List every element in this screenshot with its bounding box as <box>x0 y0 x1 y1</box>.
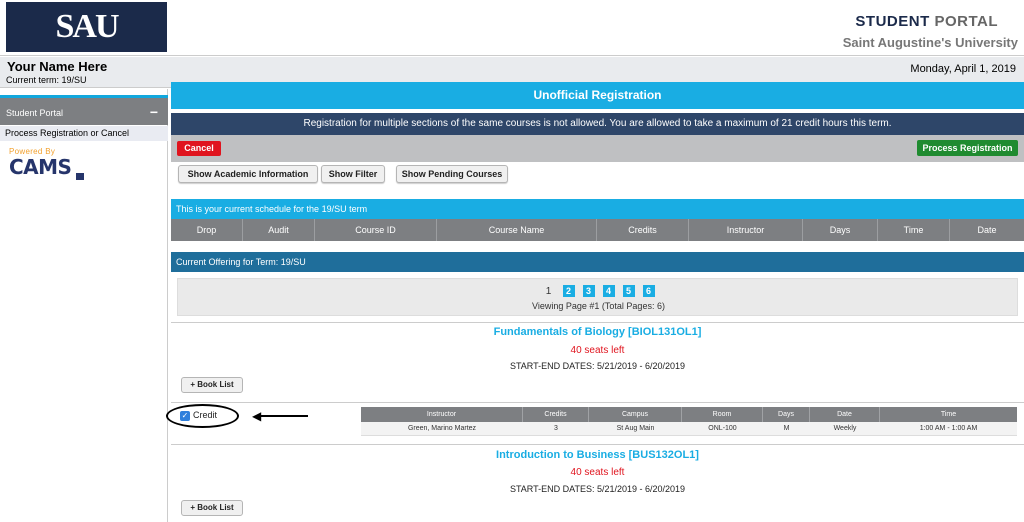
portal-title: STUDENT PORTAL <box>855 13 998 30</box>
col-audit: Audit <box>243 219 315 241</box>
col-drop: Drop <box>171 219 243 241</box>
main-content: Unofficial Registration Registration for… <box>171 82 1024 522</box>
course-dates: START-END DATES: 5/21/2019 - 6/20/2019 <box>509 361 686 371</box>
col-course-id: Course ID <box>315 219 437 241</box>
col-days: Days <box>763 407 810 422</box>
schedule-table-header: Drop Audit Course ID Course Name Credits… <box>171 219 1024 241</box>
course-title[interactable]: Fundamentals of Biology [BIOL131OL1] <box>171 326 1024 338</box>
viewing-page-text: Viewing Page #1 (Total Pages: 6) <box>532 301 665 311</box>
annotation-arrow-line <box>258 415 308 417</box>
logo-text: SAU <box>55 8 119 45</box>
seats-left: 40 seats left <box>570 345 625 356</box>
divider <box>171 402 1024 403</box>
col-time: Time <box>940 411 957 418</box>
table-row: Green, Marino Martez 3 St Aug Main ONL-1… <box>361 422 1017 436</box>
sidebar-section-student-portal[interactable]: Student Portal − <box>0 95 168 125</box>
offering-header: Current Offering for Term: 19/SU <box>171 252 1024 272</box>
sidebar-item-process-registration[interactable]: Process Registration or Cancel <box>0 126 168 141</box>
col-date: Date <box>810 407 880 422</box>
col-instructor: Instructor <box>689 219 803 241</box>
university-name: Saint Augustine's University <box>842 35 1018 50</box>
page-link-2[interactable]: 2 <box>562 285 575 297</box>
cell-date: Weekly <box>833 425 857 432</box>
page-link-5[interactable]: 5 <box>622 285 635 297</box>
book-list-button[interactable]: + Book List <box>181 500 243 516</box>
sidebar-section-label: Student Portal <box>6 108 64 118</box>
credit-checkbox[interactable]: ✓ <box>180 411 190 421</box>
cell-days: M <box>783 425 790 432</box>
current-term: Current term: 19/SU <box>6 75 87 85</box>
user-name: Your Name Here <box>7 59 108 74</box>
portal-title-rest: PORTAL <box>934 13 998 30</box>
col-credits: Credits <box>523 407 589 422</box>
col-credits: Credits <box>597 219 689 241</box>
cell-instructor: Green, Marino Martez <box>407 425 477 432</box>
page-link-4[interactable]: 4 <box>602 285 615 297</box>
book-list-button[interactable]: + Book List <box>181 377 243 393</box>
current-date: Monday, April 1, 2019 <box>910 63 1016 75</box>
col-campus: Campus <box>589 407 682 422</box>
page-link-3[interactable]: 3 <box>582 285 595 297</box>
page-link-6[interactable]: 6 <box>642 285 655 297</box>
sidebar: Student Portal − Process Registration or… <box>0 89 168 522</box>
cell-credits: 3 <box>554 425 558 432</box>
show-pending-courses-button[interactable]: Show Pending Courses <box>396 165 508 183</box>
portal-title-strong: STUDENT <box>855 13 930 30</box>
page-1: 1 <box>545 286 552 297</box>
col-room: Room <box>682 407 763 422</box>
cancel-button[interactable]: Cancel <box>177 141 221 156</box>
col-course-name: Course Name <box>437 219 597 241</box>
university-logo[interactable]: SAU <box>6 2 167 52</box>
collapse-icon[interactable]: − <box>150 104 158 120</box>
show-filter-button[interactable]: Show Filter <box>321 165 385 183</box>
schedule-header: This is your current schedule for the 19… <box>171 199 1024 219</box>
divider <box>171 444 1024 445</box>
col-instructor: Instructor <box>361 407 523 422</box>
registration-notice: Registration for multiple sections of th… <box>171 113 1024 135</box>
section-table-header: Instructor Credits Campus Room Days Date… <box>361 407 1017 422</box>
cams-logo-mark <box>76 173 84 180</box>
top-header: SAU STUDENT PORTAL Saint Augustine's Uni… <box>0 0 1024 56</box>
cams-logo: CAMS <box>9 155 72 179</box>
course-title[interactable]: Introduction to Business [BUS132OL1] <box>171 449 1024 461</box>
cell-time: 1:00 AM - 1:00 AM <box>919 425 978 432</box>
course-dates: START-END DATES: 5/21/2019 - 6/20/2019 <box>509 484 686 494</box>
process-registration-button[interactable]: Process Registration <box>917 140 1018 156</box>
section-table: Instructor Credits Campus Room Days Date… <box>361 407 1017 436</box>
col-date: Date <box>977 225 997 235</box>
pagination: 123456 Viewing Page #1 (Total Pages: 6) <box>177 278 1018 316</box>
show-academic-information-button[interactable]: Show Academic Information <box>178 165 318 183</box>
credit-label: Credit <box>193 410 218 420</box>
action-bar: Cancel Process Registration <box>171 135 1024 162</box>
seats-left: 40 seats left <box>570 467 625 478</box>
cell-room: ONL-100 <box>708 425 737 432</box>
divider <box>171 322 1024 323</box>
cell-campus: St Aug Main <box>616 425 655 432</box>
col-days: Days <box>803 219 878 241</box>
col-time: Time <box>878 219 950 241</box>
page-links: 123456 <box>178 285 1019 298</box>
page-title: Unofficial Registration <box>171 82 1024 109</box>
